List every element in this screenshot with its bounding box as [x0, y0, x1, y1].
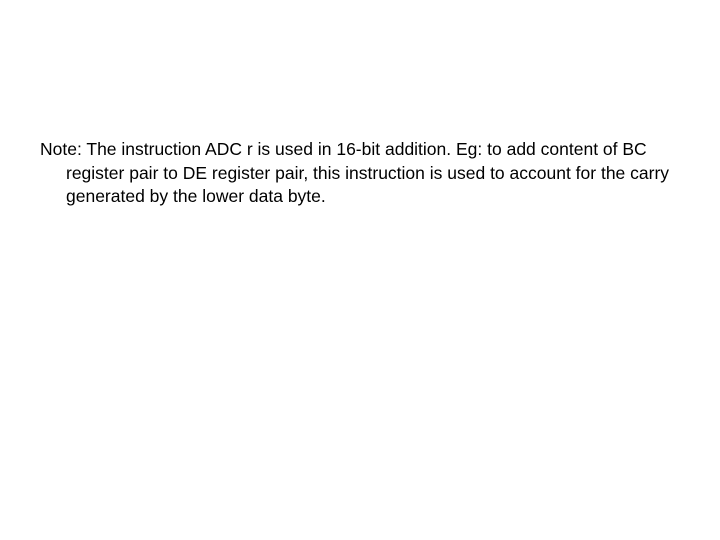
document-page: Note: The instruction ADC r is used in 1…	[0, 0, 720, 540]
note-text: Note: The instruction ADC r is used in 1…	[40, 138, 672, 209]
